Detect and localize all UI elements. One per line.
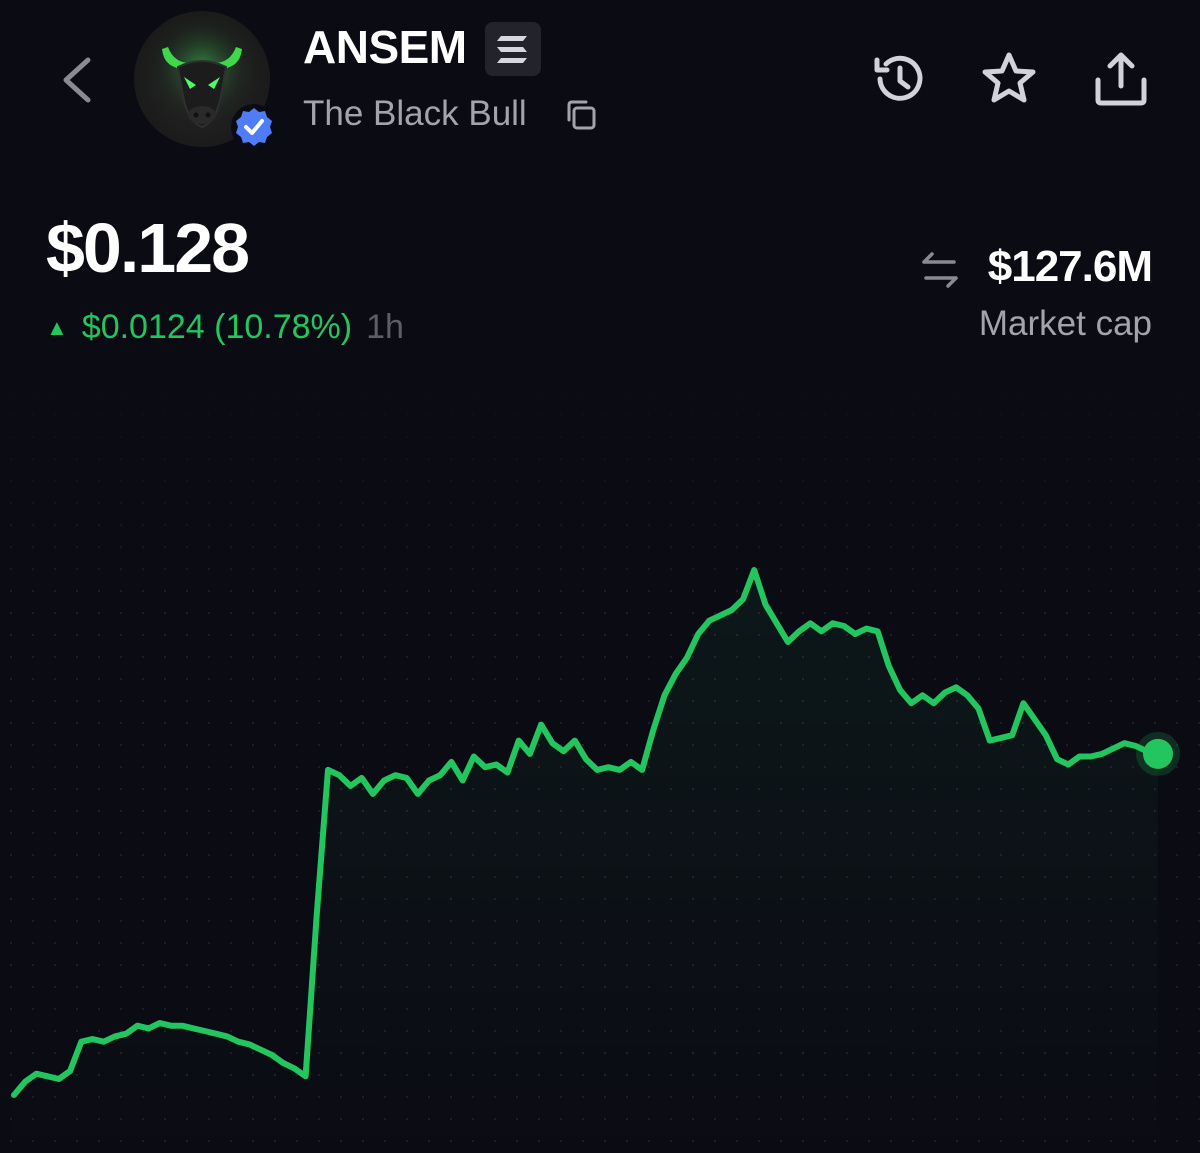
current-price-dot xyxy=(1143,738,1173,769)
market-cap-value: $127.6M xyxy=(987,242,1153,291)
verified-check-icon xyxy=(236,108,272,146)
token-price: $0.128 xyxy=(46,209,250,287)
chevron-left-icon[interactable] xyxy=(52,52,102,108)
price-change: $0.0124 (10.78%) xyxy=(81,308,353,346)
solana-icon xyxy=(497,36,527,63)
token-name: The Black Bull xyxy=(303,94,527,133)
history-icon[interactable] xyxy=(866,46,932,112)
swap-icon xyxy=(922,252,958,288)
copy-icon[interactable] xyxy=(562,96,600,134)
chart-grid-fade xyxy=(0,360,1200,580)
market-cap-label: Market cap xyxy=(978,304,1152,343)
token-header: ANSEM The Black Bull xyxy=(0,0,1200,180)
change-period: 1h xyxy=(366,308,404,346)
price-change-row: ▲ $0.0124 (10.78%) 1h xyxy=(46,308,404,347)
price-chart[interactable] xyxy=(0,360,1200,1153)
chain-badge xyxy=(485,22,541,76)
share-icon[interactable] xyxy=(1088,46,1154,112)
up-arrow-icon: ▲ xyxy=(46,314,68,340)
star-icon[interactable] xyxy=(976,46,1042,112)
verified-badge xyxy=(231,104,277,150)
token-symbol: ANSEM xyxy=(303,21,467,73)
